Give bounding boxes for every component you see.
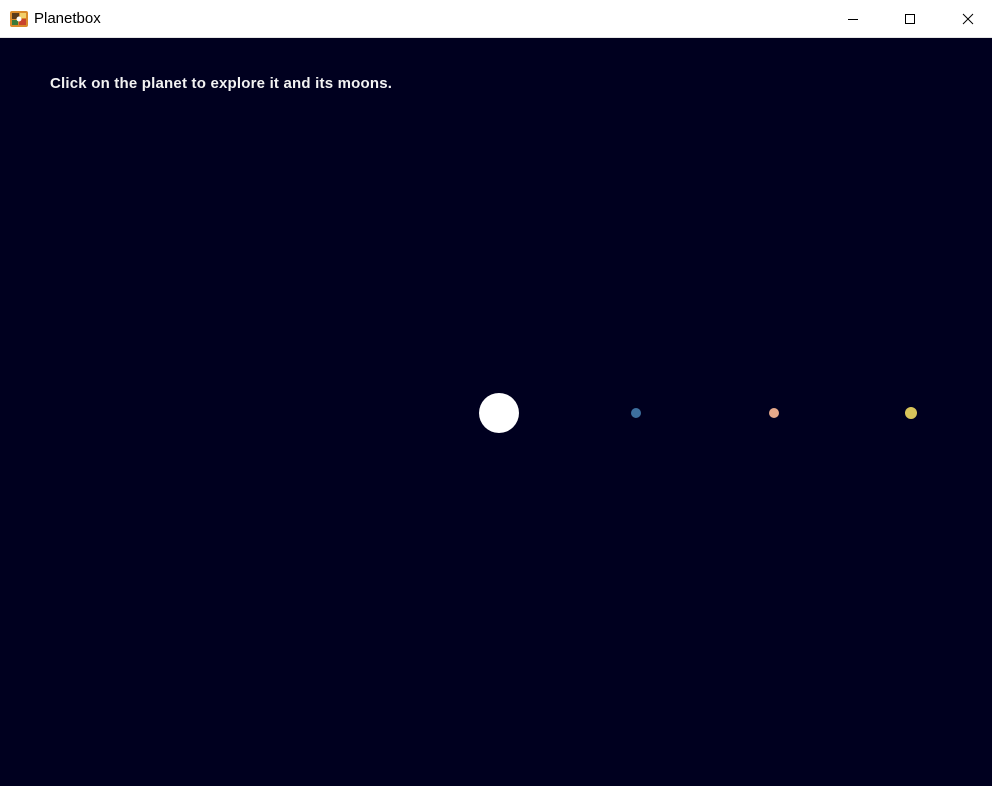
moon-3[interactable] xyxy=(905,407,917,419)
planetbox-app-icon xyxy=(10,11,28,27)
moon-1[interactable] xyxy=(631,408,641,418)
maximize-button[interactable] xyxy=(881,0,939,38)
app-window: Planetbox Click on the planet to explore… xyxy=(0,0,992,786)
close-icon xyxy=(962,13,974,25)
title-bar[interactable]: Planetbox xyxy=(0,0,992,38)
window-title: Planetbox xyxy=(34,10,101,27)
game-canvas[interactable]: Click on the planet to explore it and it… xyxy=(0,38,992,786)
minimize-icon xyxy=(848,19,858,20)
moon-2[interactable] xyxy=(769,408,779,418)
instruction-text: Click on the planet to explore it and it… xyxy=(50,75,393,92)
planet[interactable] xyxy=(479,393,519,433)
close-button[interactable] xyxy=(939,0,992,38)
minimize-button[interactable] xyxy=(824,0,882,38)
maximize-icon xyxy=(905,14,915,24)
